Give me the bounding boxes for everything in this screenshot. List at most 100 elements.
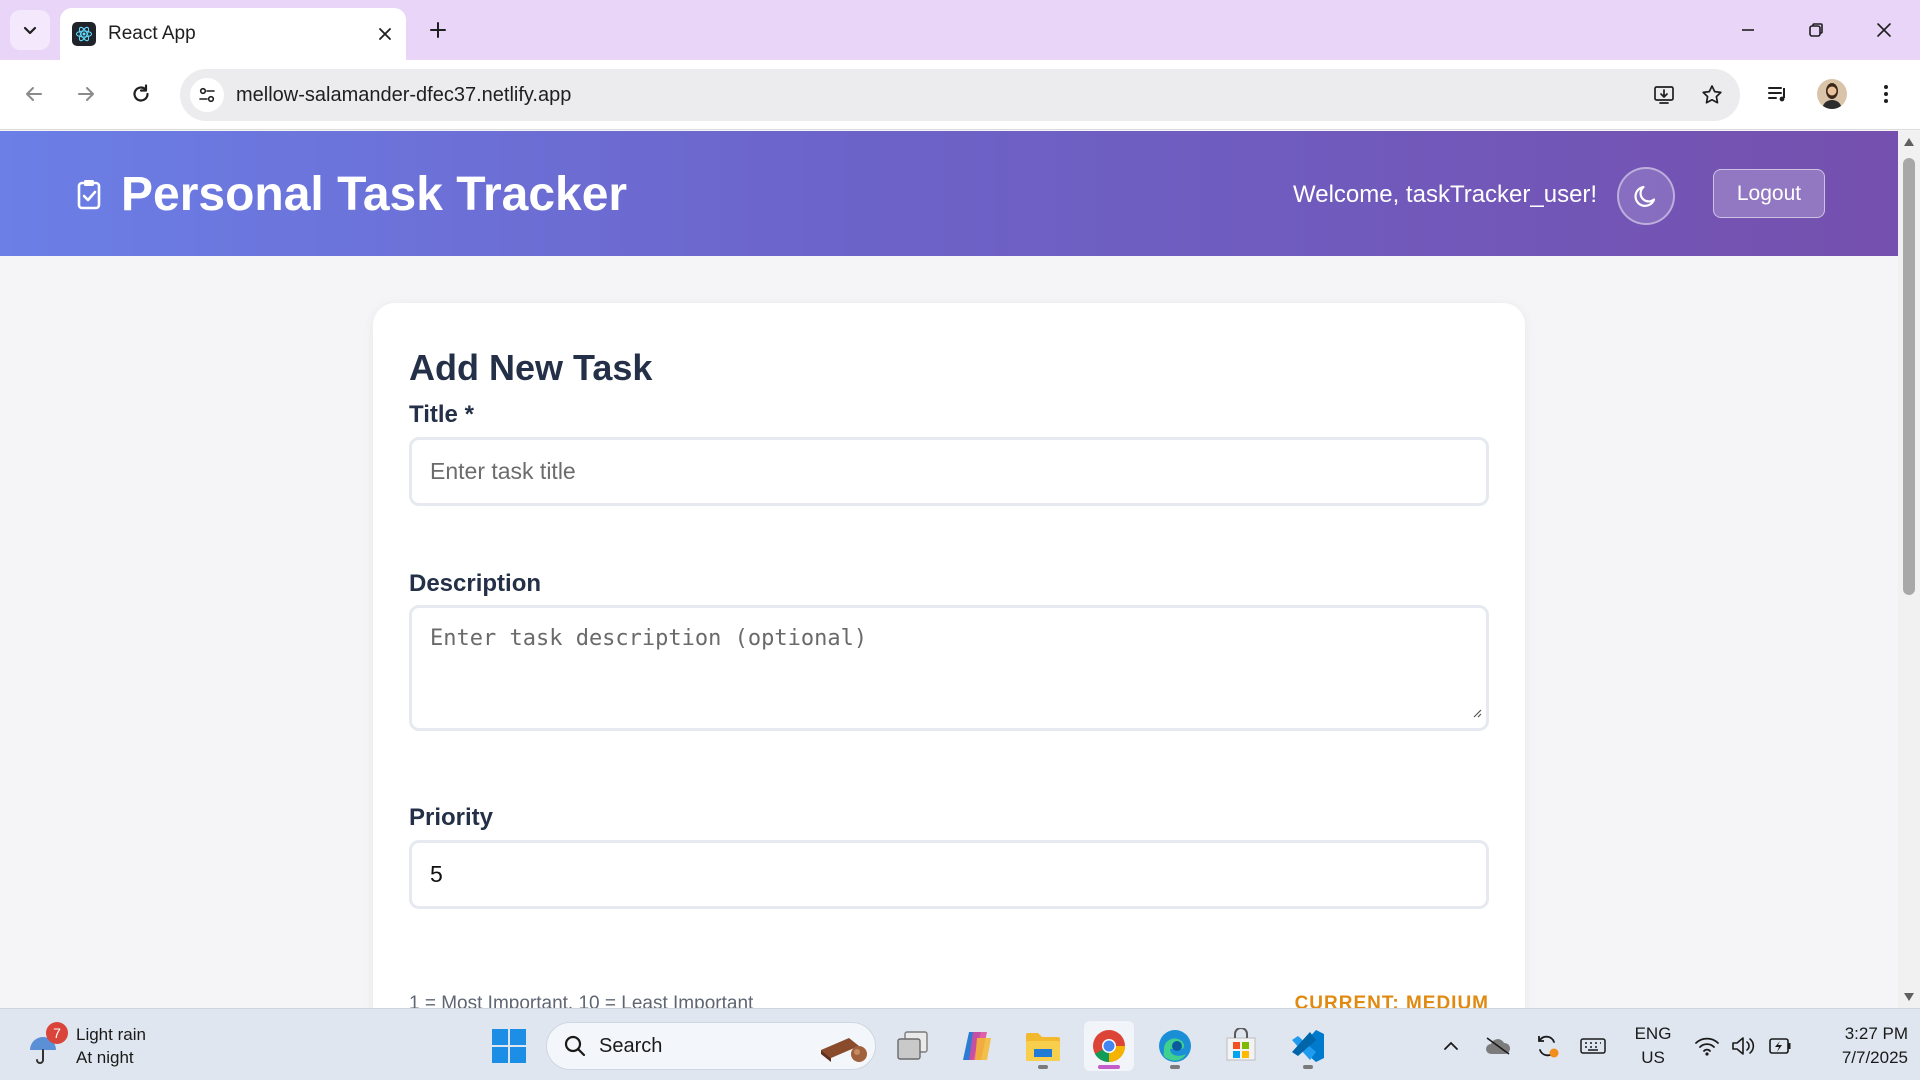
show-hidden-icons-button[interactable] [1434,1029,1468,1063]
folder-icon [1026,1033,1060,1061]
close-window-button[interactable] [1861,10,1907,50]
restore-button[interactable] [1793,10,1839,50]
edge-icon [1159,1030,1191,1062]
wifi-icon [1695,1037,1719,1056]
avatar [1817,79,1847,109]
network-tray-icon[interactable] [1690,1029,1724,1063]
priority-hint: 1 = Most Important, 10 = Least Important [409,993,754,1008]
profile-button[interactable] [1812,74,1852,114]
input-language-indicator[interactable]: ENG US [1630,1022,1676,1070]
chrome-icon [1093,1030,1126,1063]
touch-keyboard-tray-icon[interactable] [1576,1029,1610,1063]
clock-time: 3:27 PM [1844,1024,1908,1043]
scroll-down-icon[interactable] [1903,991,1915,1003]
microsoft-store-button[interactable] [1216,1021,1266,1071]
vscode-button[interactable] [1283,1021,1333,1071]
battery-charging-icon [1769,1038,1791,1054]
theme-toggle-button[interactable] [1617,167,1675,225]
volume-tray-icon[interactable] [1726,1029,1760,1063]
chrome-button[interactable] [1084,1021,1134,1071]
store-icon [1226,1028,1256,1061]
title-placeholder: Enter task title [430,458,576,484]
start-button[interactable] [484,1021,534,1071]
minimize-button[interactable] [1725,10,1771,50]
search-icon [564,1035,586,1057]
chevron-down-icon [23,26,37,35]
back-button[interactable] [14,74,54,114]
media-controls-button[interactable] [1758,74,1798,114]
new-tab-button[interactable] [420,12,456,48]
more-vertical-icon [1884,85,1888,103]
bookmark-button[interactable] [1692,75,1732,115]
speaker-icon [1732,1037,1755,1055]
file-explorer-button[interactable] [1018,1021,1068,1071]
description-textarea[interactable]: Enter task description (optional) [409,605,1489,731]
reload-button[interactable] [121,74,161,114]
close-icon [1877,23,1891,37]
moon-icon [1634,185,1656,207]
chevron-up-icon [1444,1041,1458,1050]
forward-button[interactable] [66,74,106,114]
title-input[interactable]: Enter task title [409,437,1489,506]
logout-button[interactable]: Logout [1713,169,1825,218]
install-icon [1654,86,1674,104]
battery-tray-icon[interactable] [1762,1029,1796,1063]
weather-condition: Light rain [76,1025,146,1044]
description-label: Description [409,570,542,597]
resize-grip-icon[interactable] [1472,699,1482,724]
running-indicator [1170,1065,1180,1069]
browser-toolbar: mellow-salamander-dfec37.netlify.app [0,60,1920,130]
weather-period: At night [76,1048,134,1067]
react-logo-icon [72,22,96,46]
cloud-off-icon [1486,1037,1511,1055]
browser-tabstrip: React App [0,0,1920,60]
umbrella-rain-icon: 7 [26,1022,68,1066]
tab-close-button[interactable] [370,19,400,49]
close-icon [379,28,391,40]
app-header: Personal Task Tracker Welcome, taskTrack… [0,131,1898,256]
windows-logo-icon [492,1029,526,1063]
priority-label: Priority [409,804,494,831]
welcome-message: Welcome, taskTracker_user! [1293,181,1598,208]
page-scrollbar[interactable] [1898,131,1920,1008]
browser-menu-button[interactable] [1866,74,1906,114]
sync-icon [1538,1035,1559,1058]
reload-icon [133,84,149,102]
playlist-icon [1768,87,1785,102]
weather-widget[interactable]: 7 Light rain At night [26,1021,206,1071]
copilot-button[interactable] [952,1021,1002,1071]
weather-badge: 7 [46,1022,68,1044]
onedrive-tray-icon[interactable] [1481,1029,1515,1063]
active-indicator [1098,1065,1120,1069]
site-settings-icon[interactable] [190,78,224,112]
install-app-button[interactable] [1644,75,1684,115]
scroll-up-icon[interactable] [1903,136,1915,148]
browser-tab-active[interactable]: React App [60,8,406,60]
address-bar[interactable]: mellow-salamander-dfec37.netlify.app [180,69,1740,121]
minimize-icon [1742,29,1754,31]
app-title: Personal Task Tracker [121,168,628,221]
search-label: Search [599,1034,663,1057]
star-icon [1702,85,1722,104]
priority-input[interactable]: 5 [409,840,1489,909]
priority-current-badge: CURRENT: MEDIUM [1294,993,1489,1008]
url-text: mellow-salamander-dfec37.netlify.app [236,83,572,106]
sync-tray-icon[interactable] [1530,1029,1564,1063]
task-view-button[interactable] [888,1021,938,1071]
tab-title: React App [108,23,196,44]
title-label: Title * [409,401,474,428]
arrow-right-icon [78,87,94,101]
chocolate-icon [821,1038,867,1062]
edge-button[interactable] [1150,1021,1200,1071]
task-view-icon [897,1031,928,1060]
vscode-icon [1292,1030,1324,1062]
taskbar-search[interactable]: Search [546,1022,876,1070]
arrow-left-icon [26,87,42,101]
tab-search-button[interactable] [10,10,50,50]
plus-icon [430,22,446,38]
scroll-thumb[interactable] [1903,158,1915,595]
system-clock[interactable]: 3:27 PM 7/7/2025 [1808,1022,1908,1070]
form-heading: Add New Task [409,347,653,388]
keyboard-icon [1580,1038,1606,1054]
priority-value: 5 [430,861,443,887]
